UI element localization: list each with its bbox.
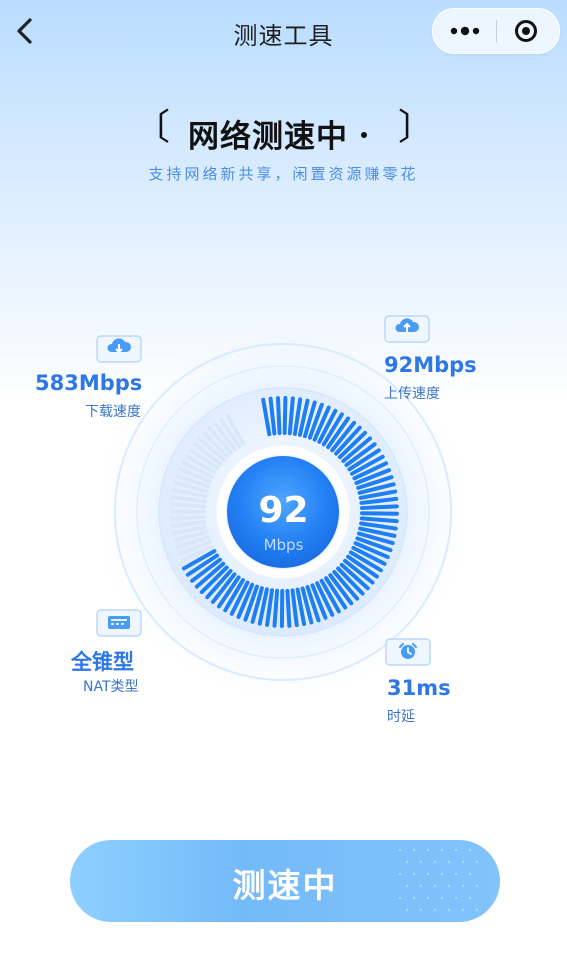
subtitle: 支持网络新共享，闲置资源赚零花: [148, 165, 419, 183]
capsule-divider: [496, 20, 497, 42]
mini-program-capsule: [432, 8, 560, 54]
more-dots-icon[interactable]: [445, 17, 485, 45]
speed-test-button-label: 测速中: [232, 866, 338, 905]
speed-test-button[interactable]: 测速中: [70, 840, 500, 922]
gauge-tick-active: [285, 588, 292, 628]
gauge-tick-active: [282, 396, 288, 436]
gauge-unit: Mbps: [263, 536, 304, 554]
alarm-clock-icon: [385, 638, 431, 666]
nat-type-value: 全锥型: [71, 650, 134, 674]
top-bar: 测速工具: [0, 0, 567, 62]
gauge-value: 92: [258, 490, 309, 531]
upload-speed-value: 92Mbps: [384, 353, 477, 377]
gauge-tick-active: [272, 588, 280, 628]
upload-cloud-icon: [384, 315, 430, 343]
heading-left-bracket: 〔: [134, 107, 171, 148]
heading-loading-dot: [361, 132, 367, 138]
heading-title: 网络测速中: [188, 119, 348, 155]
latency-value: 31ms: [387, 676, 451, 700]
heading-right-bracket: 〕: [397, 107, 434, 148]
latency-label: 时延: [387, 709, 415, 725]
download-speed-label: 下载速度: [85, 404, 141, 420]
nat-type-label: NAT类型: [83, 679, 139, 695]
heading-group: 〔 网络测速中 〕: [134, 106, 434, 156]
router-icon: [96, 609, 142, 637]
download-cloud-icon: [96, 335, 142, 363]
download-speed-value: 583Mbps: [35, 371, 143, 395]
close-miniprogram-icon[interactable]: [511, 17, 541, 45]
gauge-tick-active: [275, 396, 282, 436]
upload-speed-label: 上传速度: [384, 386, 440, 402]
